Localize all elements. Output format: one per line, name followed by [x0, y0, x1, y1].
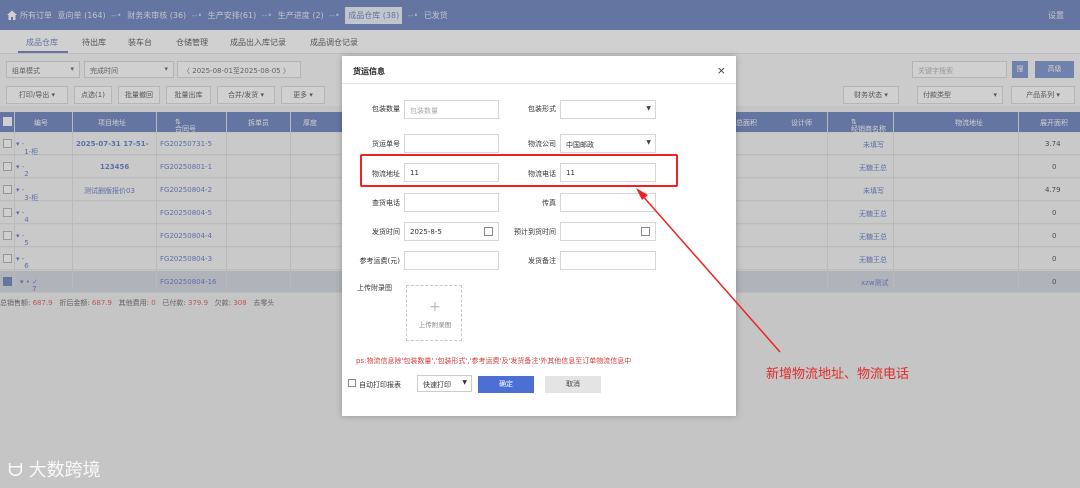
annotation-arrow — [636, 188, 781, 353]
annotation-text: 新增物流地址、物流电话 — [766, 367, 910, 382]
logo-icon: ᗨ — [8, 460, 29, 481]
watermark-text: 大数跨境 — [28, 460, 101, 481]
watermark-logo: ᗨ 大数跨境 — [8, 456, 101, 482]
